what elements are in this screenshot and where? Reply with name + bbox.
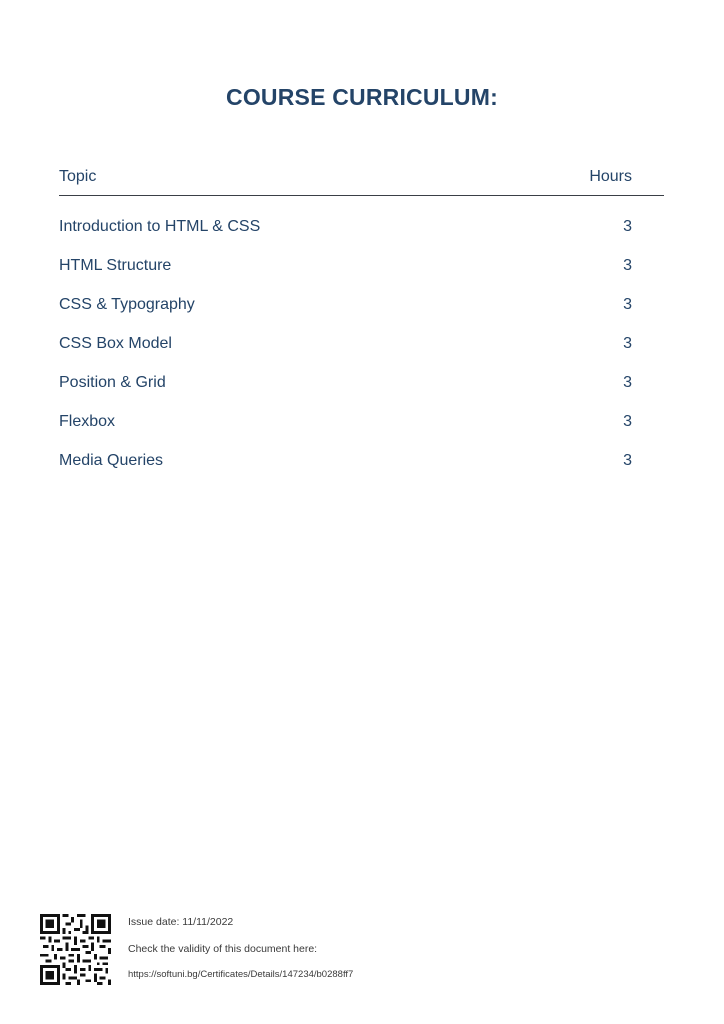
validity-note: Check the validity of this document here… bbox=[128, 943, 318, 955]
table-row: Flexbox 3 bbox=[59, 411, 664, 450]
topic-cell: Introduction to HTML & CSS bbox=[59, 218, 261, 235]
hours-cell: 3 bbox=[623, 296, 632, 313]
topic-cell: Flexbox bbox=[59, 413, 116, 430]
hours-cell: 3 bbox=[623, 335, 632, 352]
issue-date: Issue date: 11/11/2022 bbox=[128, 916, 234, 928]
topic-cell: Media Queries bbox=[59, 452, 164, 469]
page-title: COURSE CURRICULUM: bbox=[226, 84, 498, 110]
hours-cell: 3 bbox=[623, 413, 632, 430]
curriculum-table: Topic Hours Introduction to HTML & CSS 3… bbox=[59, 166, 664, 489]
column-header-hours: Hours bbox=[589, 168, 632, 185]
table-header: Topic Hours bbox=[59, 166, 664, 196]
hours-cell: 3 bbox=[623, 257, 632, 274]
table-row: Introduction to HTML & CSS 3 bbox=[59, 216, 664, 255]
topic-cell: Position & Grid bbox=[59, 374, 166, 391]
table-row: Position & Grid 3 bbox=[59, 372, 664, 411]
hours-cell: 3 bbox=[623, 452, 632, 469]
table-row: CSS & Typography 3 bbox=[59, 294, 664, 333]
topic-cell: CSS & Typography bbox=[59, 296, 195, 313]
table-row: Media Queries 3 bbox=[59, 450, 664, 489]
hours-cell: 3 bbox=[623, 218, 632, 235]
hours-cell: 3 bbox=[623, 374, 632, 391]
qr-code-icon bbox=[40, 914, 111, 985]
topic-cell: CSS Box Model bbox=[59, 335, 172, 352]
column-header-topic: Topic bbox=[59, 168, 97, 185]
table-body: Introduction to HTML & CSS 3 HTML Struct… bbox=[59, 196, 664, 489]
table-row: CSS Box Model 3 bbox=[59, 333, 664, 372]
table-row: HTML Structure 3 bbox=[59, 255, 664, 294]
validation-link[interactable]: https://softuni.bg/Certificates/Details/… bbox=[128, 969, 353, 980]
topic-cell: HTML Structure bbox=[59, 257, 172, 274]
